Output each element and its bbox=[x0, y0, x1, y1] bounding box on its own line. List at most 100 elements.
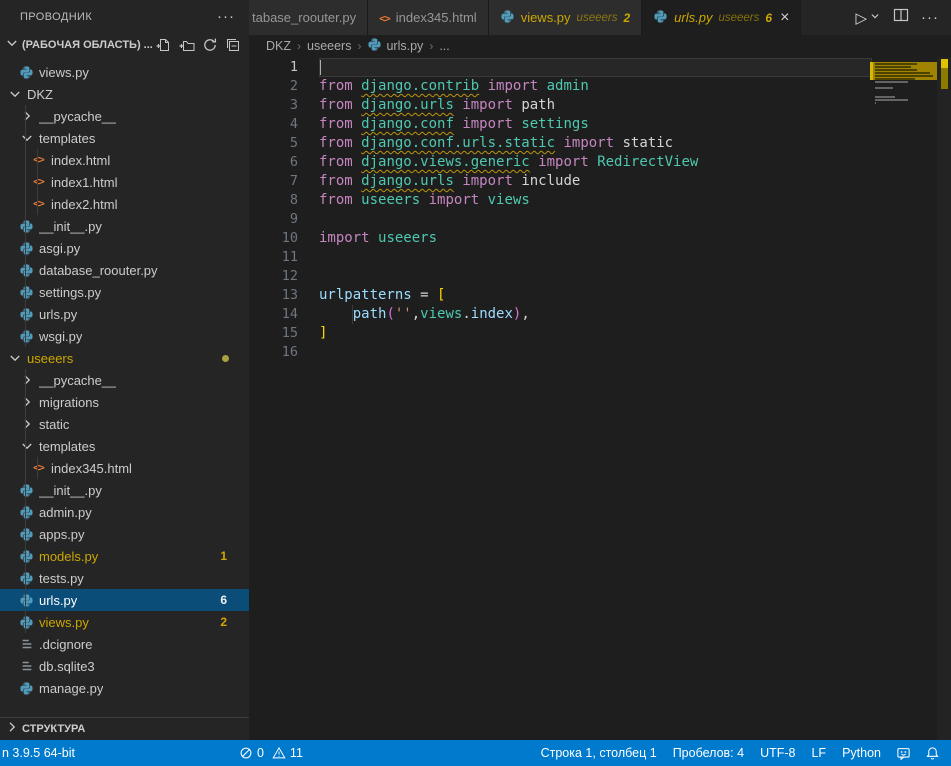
tree-item-__pycache__[interactable]: __pycache__ bbox=[0, 105, 249, 127]
tree-item-DKZ[interactable]: DKZ bbox=[0, 83, 249, 105]
tree-item-templates[interactable]: templates bbox=[0, 127, 249, 149]
workspace-section-header[interactable]: (РАБОЧАЯ ОБЛАСТЬ) ... bbox=[0, 33, 249, 57]
code-line-content[interactable]: from django.urls import include bbox=[319, 172, 872, 191]
tree-item-index.html[interactable]: <>index.html bbox=[0, 149, 249, 171]
code-line-content[interactable]: from django.contrib import admin bbox=[319, 77, 872, 96]
tab-label: tabase_roouter.py bbox=[252, 10, 356, 25]
explorer-sidebar: ПРОВОДНИК ··· (РАБОЧАЯ ОБЛАСТЬ) ... view… bbox=[0, 0, 249, 740]
breadcrumb: DKZ›useeers›urls.py›... bbox=[249, 35, 951, 57]
feedback-icon[interactable] bbox=[889, 740, 918, 766]
close-icon[interactable]: × bbox=[780, 10, 789, 26]
code-line-content[interactable]: urlpatterns = [ bbox=[319, 286, 872, 305]
python-interpreter-item[interactable]: n 3.9.5 64-bit bbox=[0, 740, 83, 766]
html-icon: <> bbox=[33, 198, 44, 210]
encoding-item[interactable]: UTF-8 bbox=[752, 740, 803, 766]
tree-item-label: templates bbox=[39, 131, 95, 146]
tree-item-database_roouter.py[interactable]: database_roouter.py bbox=[0, 259, 249, 281]
html-file-icon: <> bbox=[30, 460, 47, 476]
code-line-content[interactable]: from useeers import views bbox=[319, 191, 872, 210]
tree-item-urls.py[interactable]: urls.py6 bbox=[0, 589, 249, 611]
code-line-content[interactable]: from django.urls import path bbox=[319, 96, 872, 115]
tab-tabase_roouter.py[interactable]: tabase_roouter.py bbox=[249, 0, 368, 35]
code-line-content[interactable]: from django.views.generic import Redirec… bbox=[319, 153, 872, 172]
indentation-item[interactable]: Пробелов: 4 bbox=[665, 740, 752, 766]
code-line-15: 15] bbox=[249, 324, 872, 343]
tree-item-templates[interactable]: templates bbox=[0, 435, 249, 457]
code-line-content[interactable]: from django.conf.urls.static import stat… bbox=[319, 134, 872, 153]
code-line-content[interactable] bbox=[319, 267, 872, 286]
breadcrumb-item-DKZ[interactable]: DKZ bbox=[266, 39, 291, 53]
chevron-down-icon[interactable] bbox=[869, 9, 881, 27]
language-mode-item[interactable]: Python bbox=[834, 740, 889, 766]
tree-item-apps.py[interactable]: apps.py bbox=[0, 523, 249, 545]
tree-item-db.sqlite3[interactable]: db.sqlite3 bbox=[0, 655, 249, 677]
tab-index345.html[interactable]: <>index345.html bbox=[368, 0, 489, 35]
code-line-content[interactable] bbox=[319, 248, 872, 267]
code-line-content[interactable] bbox=[319, 210, 872, 229]
collapse-folders-icon[interactable] bbox=[225, 37, 241, 53]
code-line-content[interactable] bbox=[319, 58, 872, 77]
indent-guide bbox=[25, 611, 26, 633]
tree-item-wsgi.py[interactable]: wsgi.py bbox=[0, 325, 249, 347]
tree-item-label: views.py bbox=[39, 65, 89, 80]
code-line-6: 6from django.views.generic import Redire… bbox=[249, 153, 872, 172]
notifications-bell-icon[interactable] bbox=[918, 740, 947, 766]
code-line-content[interactable] bbox=[319, 343, 872, 362]
tree-item-index2.html[interactable]: <>index2.html bbox=[0, 193, 249, 215]
tree-item-label: migrations bbox=[39, 395, 99, 410]
py-file-icon bbox=[18, 328, 35, 344]
cursor-position-item[interactable]: Строка 1, столбец 1 bbox=[533, 740, 665, 766]
tree-item-.dcignore[interactable]: .dcignore bbox=[0, 633, 249, 655]
tree-item-views.py[interactable]: views.py bbox=[0, 61, 249, 83]
tab-label: urls.py bbox=[674, 10, 712, 25]
line-number: 9 bbox=[249, 210, 319, 229]
eol-item[interactable]: LF bbox=[803, 740, 834, 766]
code-line-content[interactable]: from django.conf import settings bbox=[319, 115, 872, 134]
new-file-icon[interactable] bbox=[156, 37, 172, 53]
breadcrumb-item-...[interactable]: ... bbox=[439, 39, 449, 53]
tree-item-settings.py[interactable]: settings.py bbox=[0, 281, 249, 303]
tree-item-migrations[interactable]: migrations bbox=[0, 391, 249, 413]
tree-item-index345.html[interactable]: <>index345.html bbox=[0, 457, 249, 479]
tree-item-index1.html[interactable]: <>index1.html bbox=[0, 171, 249, 193]
code-line-content[interactable]: ] bbox=[319, 324, 872, 343]
outline-section-header[interactable]: СТРУКТУРА bbox=[0, 717, 249, 740]
tree-item-views.py[interactable]: views.py 2 bbox=[0, 611, 249, 633]
tree-item-label: templates bbox=[39, 439, 95, 454]
tree-item-__init__.py[interactable]: __init__.py bbox=[0, 479, 249, 501]
code-line-16: 16 bbox=[249, 343, 872, 362]
tree-item-urls.py[interactable]: urls.py bbox=[0, 303, 249, 325]
problems-item[interactable]: 0 11 bbox=[231, 740, 311, 766]
line-number: 11 bbox=[249, 248, 319, 267]
code-line-13: 13urlpatterns = [ bbox=[249, 286, 872, 305]
tree-item-useeers[interactable]: useeers bbox=[0, 347, 249, 369]
problems-badge: 2 bbox=[220, 615, 227, 629]
tree-item-models.py[interactable]: models.py1 bbox=[0, 545, 249, 567]
line-number: 5 bbox=[249, 134, 319, 153]
new-folder-icon[interactable] bbox=[179, 37, 195, 53]
tree-item-admin.py[interactable]: admin.py bbox=[0, 501, 249, 523]
tree-item-__pycache__[interactable]: __pycache__ bbox=[0, 369, 249, 391]
more-actions-icon[interactable]: ··· bbox=[921, 9, 939, 26]
tree-item-asgi.py[interactable]: asgi.py bbox=[0, 237, 249, 259]
run-python-file-button[interactable]: ▷ bbox=[855, 9, 881, 27]
overview-warning-mark bbox=[941, 68, 948, 89]
refresh-explorer-icon[interactable] bbox=[202, 37, 218, 53]
tab-views.py[interactable]: views.pyuseeers2 bbox=[489, 0, 642, 35]
split-editor-icon[interactable] bbox=[893, 7, 909, 28]
code-line-content[interactable]: path('',views.index), bbox=[319, 305, 872, 324]
tree-item-label: views.py bbox=[39, 615, 89, 630]
code-line-content[interactable]: import useeers bbox=[319, 229, 872, 248]
minimap[interactable] bbox=[872, 57, 937, 740]
tree-item-static[interactable]: static bbox=[0, 413, 249, 435]
breadcrumb-item-useeers[interactable]: useeers bbox=[307, 39, 351, 53]
indent-guide bbox=[25, 589, 26, 611]
tree-item-manage.py[interactable]: manage.py bbox=[0, 677, 249, 699]
breadcrumb-item-urls.py[interactable]: urls.py bbox=[367, 37, 423, 55]
tree-item-tests.py[interactable]: tests.py bbox=[0, 567, 249, 589]
explorer-more-actions-icon[interactable]: ··· bbox=[217, 8, 235, 25]
tree-item-label: settings.py bbox=[39, 285, 101, 300]
tab-urls.py[interactable]: urls.pyuseeers6× bbox=[642, 0, 801, 35]
tree-item-__init__.py[interactable]: __init__.py bbox=[0, 215, 249, 237]
scrollbar[interactable] bbox=[937, 57, 951, 740]
